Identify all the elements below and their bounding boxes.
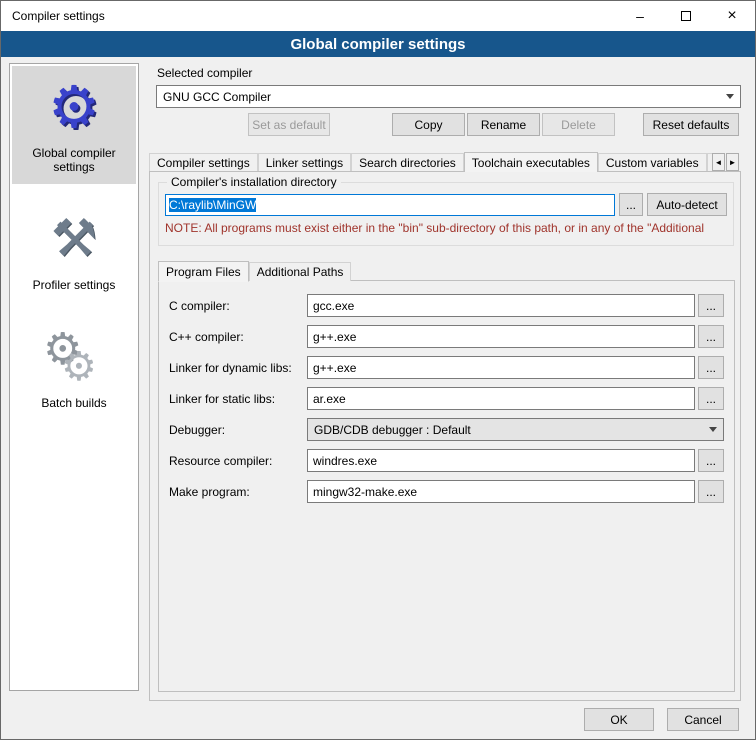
auto-detect-button[interactable]: Auto-detect	[647, 193, 727, 216]
tab-linker-settings[interactable]: Linker settings	[258, 153, 351, 172]
field-label: Debugger:	[169, 423, 307, 437]
chevron-down-icon	[709, 427, 717, 432]
copy-button[interactable]: Copy	[392, 113, 465, 136]
minimize-button[interactable]: –	[617, 1, 663, 31]
dialog-footer: OK Cancel	[584, 708, 739, 731]
field-label: C compiler:	[169, 299, 307, 313]
field-label: Resource compiler:	[169, 454, 307, 468]
maximize-icon	[681, 11, 691, 21]
field-label: Linker for dynamic libs:	[169, 361, 307, 375]
cpp-compiler-input[interactable]	[307, 325, 695, 348]
sidebar-item-global-compiler-settings[interactable]: ⚙ Global compiler settings	[12, 66, 136, 184]
sidebar-item-profiler-settings[interactable]: ⚒ Profiler settings	[12, 198, 136, 302]
browse-button[interactable]: ...	[698, 356, 724, 379]
sidebar-item-label: Global compiler settings	[16, 146, 132, 174]
profiler-tool-icon: ⚒	[51, 204, 98, 274]
tab-custom-variables[interactable]: Custom variables	[598, 153, 707, 172]
reset-defaults-button[interactable]: Reset defaults	[643, 113, 739, 136]
compiler-select-value: GNU GCC Compiler	[163, 90, 271, 104]
resource-compiler-input[interactable]	[307, 449, 695, 472]
browse-button[interactable]: ...	[698, 387, 724, 410]
title-bar: Compiler settings – ×	[1, 1, 755, 31]
sidebar-item-label: Batch builds	[41, 396, 106, 410]
tab-scroll-controls: ◄ ►	[711, 153, 739, 171]
field-row-linker-static: Linker for static libs: ...	[169, 387, 724, 410]
installation-directory-group: Compiler's installation directory C:\ray…	[158, 182, 734, 246]
toolchain-executables-pane: Compiler's installation directory C:\ray…	[149, 171, 741, 701]
sidebar-item-batch-builds[interactable]: ⚙⚙ Batch builds	[12, 316, 136, 420]
browse-button[interactable]: ...	[698, 480, 724, 503]
debugger-select-value: GDB/CDB debugger : Default	[314, 423, 471, 437]
set-as-default-button[interactable]: Set as default	[248, 113, 330, 136]
compiler-settings-dialog: Compiler settings – × Global compiler se…	[0, 0, 756, 740]
subtab-additional-paths[interactable]: Additional Paths	[249, 262, 352, 281]
browse-button[interactable]: ...	[698, 449, 724, 472]
tab-search-directories[interactable]: Search directories	[351, 153, 464, 172]
settings-category-list: ⚙ Global compiler settings ⚒ Profiler se…	[9, 63, 139, 691]
selected-compiler-label: Selected compiler	[157, 66, 252, 80]
delete-button[interactable]: Delete	[542, 113, 615, 136]
maximize-button[interactable]	[663, 1, 709, 31]
field-row-cpp-compiler: C++ compiler: ...	[169, 325, 724, 348]
page-title: Global compiler settings	[1, 31, 755, 57]
window-title: Compiler settings	[1, 9, 105, 23]
installation-directory-value: C:\raylib\MinGW	[169, 198, 256, 212]
field-row-linker-dynamic: Linker for dynamic libs: ...	[169, 356, 724, 379]
bin-subdirectory-note: NOTE: All programs must exist either in …	[165, 221, 731, 235]
browse-directory-button[interactable]: ...	[619, 193, 643, 216]
program-files-pane: C compiler: ... C++ compiler: ... Linker…	[158, 280, 735, 692]
executables-subtab-strip: Program Files Additional Paths	[158, 260, 351, 281]
batch-gears-icon: ⚙⚙	[39, 322, 109, 392]
compiler-select[interactable]: GNU GCC Compiler	[156, 85, 741, 108]
field-label: C++ compiler:	[169, 330, 307, 344]
make-program-input[interactable]	[307, 480, 695, 503]
close-icon: ×	[727, 7, 736, 25]
window-controls: – ×	[617, 1, 755, 31]
field-row-c-compiler: C compiler: ...	[169, 294, 724, 317]
compiler-actions: Set as default Copy Rename Delete Reset …	[149, 113, 739, 136]
rename-button[interactable]: Rename	[467, 113, 540, 136]
field-label: Linker for static libs:	[169, 392, 307, 406]
tab-toolchain-executables[interactable]: Toolchain executables	[464, 152, 598, 172]
c-compiler-input[interactable]	[307, 294, 695, 317]
linker-static-input[interactable]	[307, 387, 695, 410]
field-label: Make program:	[169, 485, 307, 499]
linker-dynamic-input[interactable]	[307, 356, 695, 379]
tab-scroll-right-icon[interactable]: ►	[726, 153, 739, 171]
field-row-make-program: Make program: ...	[169, 480, 724, 503]
ok-button[interactable]: OK	[584, 708, 654, 731]
installation-directory-input[interactable]: C:\raylib\MinGW	[165, 194, 615, 216]
sidebar-item-label: Profiler settings	[33, 278, 116, 292]
browse-button[interactable]: ...	[698, 294, 724, 317]
tab-compiler-settings[interactable]: Compiler settings	[149, 153, 258, 172]
field-row-resource-compiler: Resource compiler: ...	[169, 449, 724, 472]
gear-icon: ⚙	[48, 72, 100, 142]
cancel-button[interactable]: Cancel	[667, 708, 739, 731]
installation-directory-group-label: Compiler's installation directory	[167, 175, 341, 189]
browse-button[interactable]: ...	[698, 325, 724, 348]
minimize-icon: –	[636, 8, 644, 24]
chevron-down-icon	[726, 94, 734, 99]
subtab-program-files[interactable]: Program Files	[158, 261, 249, 282]
settings-tab-strip: Compiler settings Linker settings Search…	[149, 151, 721, 172]
close-button[interactable]: ×	[709, 1, 755, 31]
debugger-select[interactable]: GDB/CDB debugger : Default	[307, 418, 724, 441]
tab-scroll-left-icon[interactable]: ◄	[712, 153, 725, 171]
field-row-debugger: Debugger: GDB/CDB debugger : Default	[169, 418, 724, 441]
installation-directory-row: C:\raylib\MinGW ... Auto-detect	[165, 193, 727, 216]
